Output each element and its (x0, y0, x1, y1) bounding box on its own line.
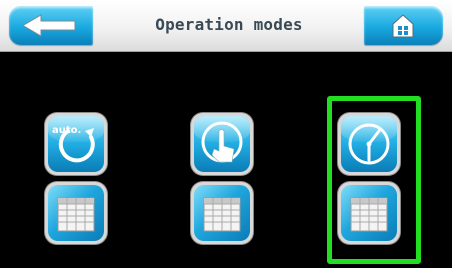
home-icon (392, 14, 414, 38)
home-button[interactable] (364, 6, 443, 45)
back-button[interactable] (9, 6, 93, 45)
header-bar: Operation modes (0, 0, 452, 52)
manual-table-button[interactable] (191, 182, 253, 244)
auto-table-button[interactable] (45, 182, 107, 244)
manual-mode-button[interactable] (191, 113, 253, 175)
auto-mode-button[interactable]: auto. (45, 113, 107, 175)
timer-table-button[interactable] (338, 182, 400, 244)
table-icon (350, 197, 388, 232)
operation-modes-screen: Operation modes auto. (0, 0, 452, 268)
table-icon (203, 197, 241, 232)
manual-mode-icon (201, 121, 243, 163)
back-arrow-icon (22, 14, 76, 37)
auto-mode-icon: auto. (52, 125, 95, 163)
timer-mode-icon (348, 123, 390, 165)
table-icon (57, 197, 95, 232)
timer-mode-button[interactable] (338, 113, 400, 175)
page-title: Operation modes (155, 15, 303, 34)
auto-label: auto. (52, 125, 81, 136)
